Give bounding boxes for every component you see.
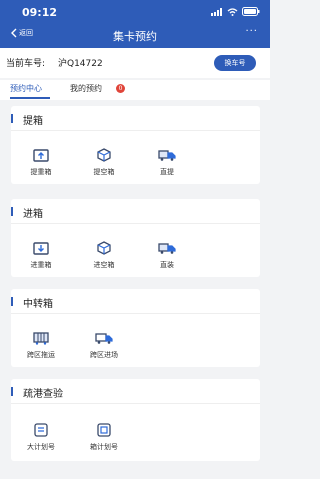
section-title: 疏港查验 <box>23 389 63 400</box>
status-bar: 09:12 <box>0 0 270 24</box>
system-icons <box>211 7 260 16</box>
item-direct-pickup[interactable]: 直提 <box>147 148 187 177</box>
nav-bar: 返回 集卡预约 ··· <box>0 24 270 48</box>
item-cross-zone-enter[interactable]: 跨区进场 <box>84 331 124 360</box>
plan-icon <box>34 423 48 437</box>
item-pickup-empty[interactable]: 提空箱 <box>84 148 124 177</box>
section-accent-bar <box>11 114 13 123</box>
app-header: 09:12 返回 集卡预约 ··· <box>0 0 270 48</box>
section-title: 中转箱 <box>23 299 53 310</box>
section-pickup: 提箱 提重箱 提空箱 直提 <box>11 106 260 184</box>
item-pickup-full[interactable]: 提重箱 <box>21 148 61 177</box>
section-accent-bar <box>11 207 13 216</box>
tab-my-bookings[interactable]: 我的预约 <box>70 83 102 94</box>
page-title: 集卡预约 <box>113 30 157 43</box>
section-accent-bar <box>11 387 13 396</box>
divider <box>11 403 260 404</box>
item-gate-in-empty[interactable]: 进空箱 <box>84 241 124 270</box>
signal-icon <box>211 7 222 16</box>
section-accent-bar <box>11 297 13 306</box>
item-master-plan-number[interactable]: 大计划号 <box>21 423 61 452</box>
item-direct-load[interactable]: 直装 <box>147 241 187 270</box>
divider <box>11 313 260 314</box>
truck-container-icon <box>158 243 176 254</box>
divider <box>11 223 260 224</box>
box-up-icon <box>33 149 49 162</box>
more-button[interactable]: ··· <box>245 26 258 37</box>
truck-enter-icon <box>95 333 113 344</box>
item-box-plan-number[interactable]: 箱计划号 <box>84 423 124 452</box>
empty-box-icon <box>97 148 111 162</box>
tab-booking-center[interactable]: 预约中心 <box>10 83 42 94</box>
battery-icon <box>242 7 260 16</box>
box-plan-icon <box>97 423 111 437</box>
change-car-button[interactable]: 换车号 <box>214 55 256 71</box>
my-bookings-badge: 0 <box>116 84 125 93</box>
current-car-row: 当前车号: 沪Q14722 换车号 <box>0 48 270 78</box>
item-gate-in-full[interactable]: 进重箱 <box>21 241 61 270</box>
wifi-icon <box>227 7 238 16</box>
empty-box-icon <box>97 241 111 255</box>
item-cross-zone-tow[interactable]: 跨区拖运 <box>21 331 61 360</box>
section-inspection: 疏港查验 大计划号 箱计划号 <box>11 379 260 461</box>
section-title: 提箱 <box>23 116 43 127</box>
tow-icon <box>33 332 49 345</box>
status-time: 09:12 <box>22 6 58 19</box>
section-transfer: 中转箱 跨区拖运 跨区进场 <box>11 289 260 367</box>
active-tab-indicator <box>10 97 50 99</box>
divider <box>11 130 260 131</box>
car-label: 当前车号: <box>6 59 46 69</box>
box-down-icon <box>33 242 49 255</box>
section-title: 进箱 <box>23 209 43 220</box>
tab-bar: 预约中心 我的预约 0 <box>0 80 270 100</box>
car-plate: 沪Q14722 <box>58 59 103 69</box>
section-gate-in: 进箱 进重箱 进空箱 直装 <box>11 199 260 277</box>
truck-container-icon <box>158 150 176 161</box>
